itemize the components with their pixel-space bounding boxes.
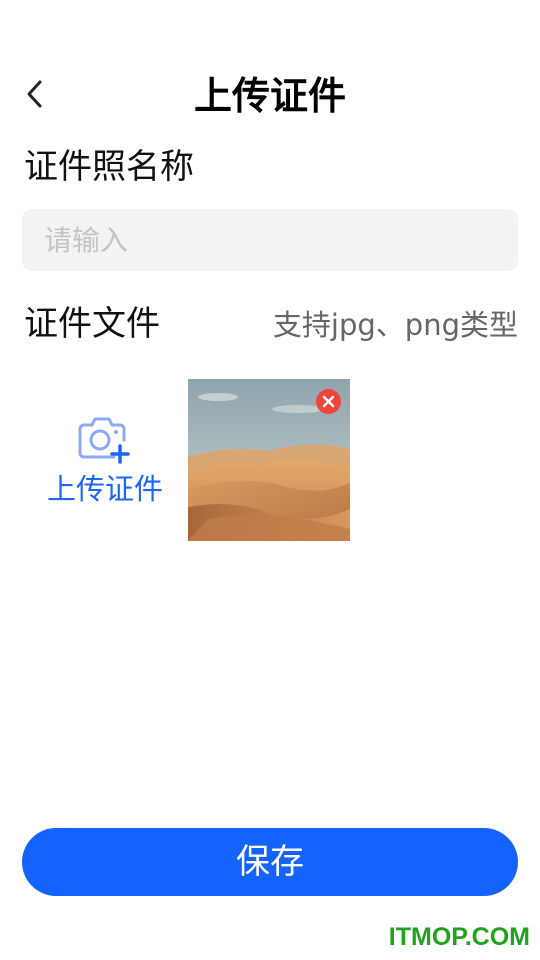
- upload-label: 上传证件: [46, 472, 163, 506]
- header-bar: 上传证件: [0, 60, 540, 130]
- file-type-hint: 支持jpg、png类型: [272, 308, 518, 342]
- upload-button[interactable]: 上传证件: [24, 379, 186, 541]
- page-title: 上传证件: [193, 74, 346, 118]
- name-input[interactable]: [22, 209, 518, 271]
- watermark: ITMOP.COM: [388, 923, 530, 951]
- remove-image-button[interactable]: [316, 389, 341, 414]
- camera-plus-icon: [78, 417, 130, 464]
- name-field-label: 证件照名称: [24, 147, 194, 187]
- file-field-label: 证件文件: [24, 304, 160, 344]
- close-icon: [322, 395, 335, 408]
- save-button[interactable]: 保存: [22, 828, 518, 896]
